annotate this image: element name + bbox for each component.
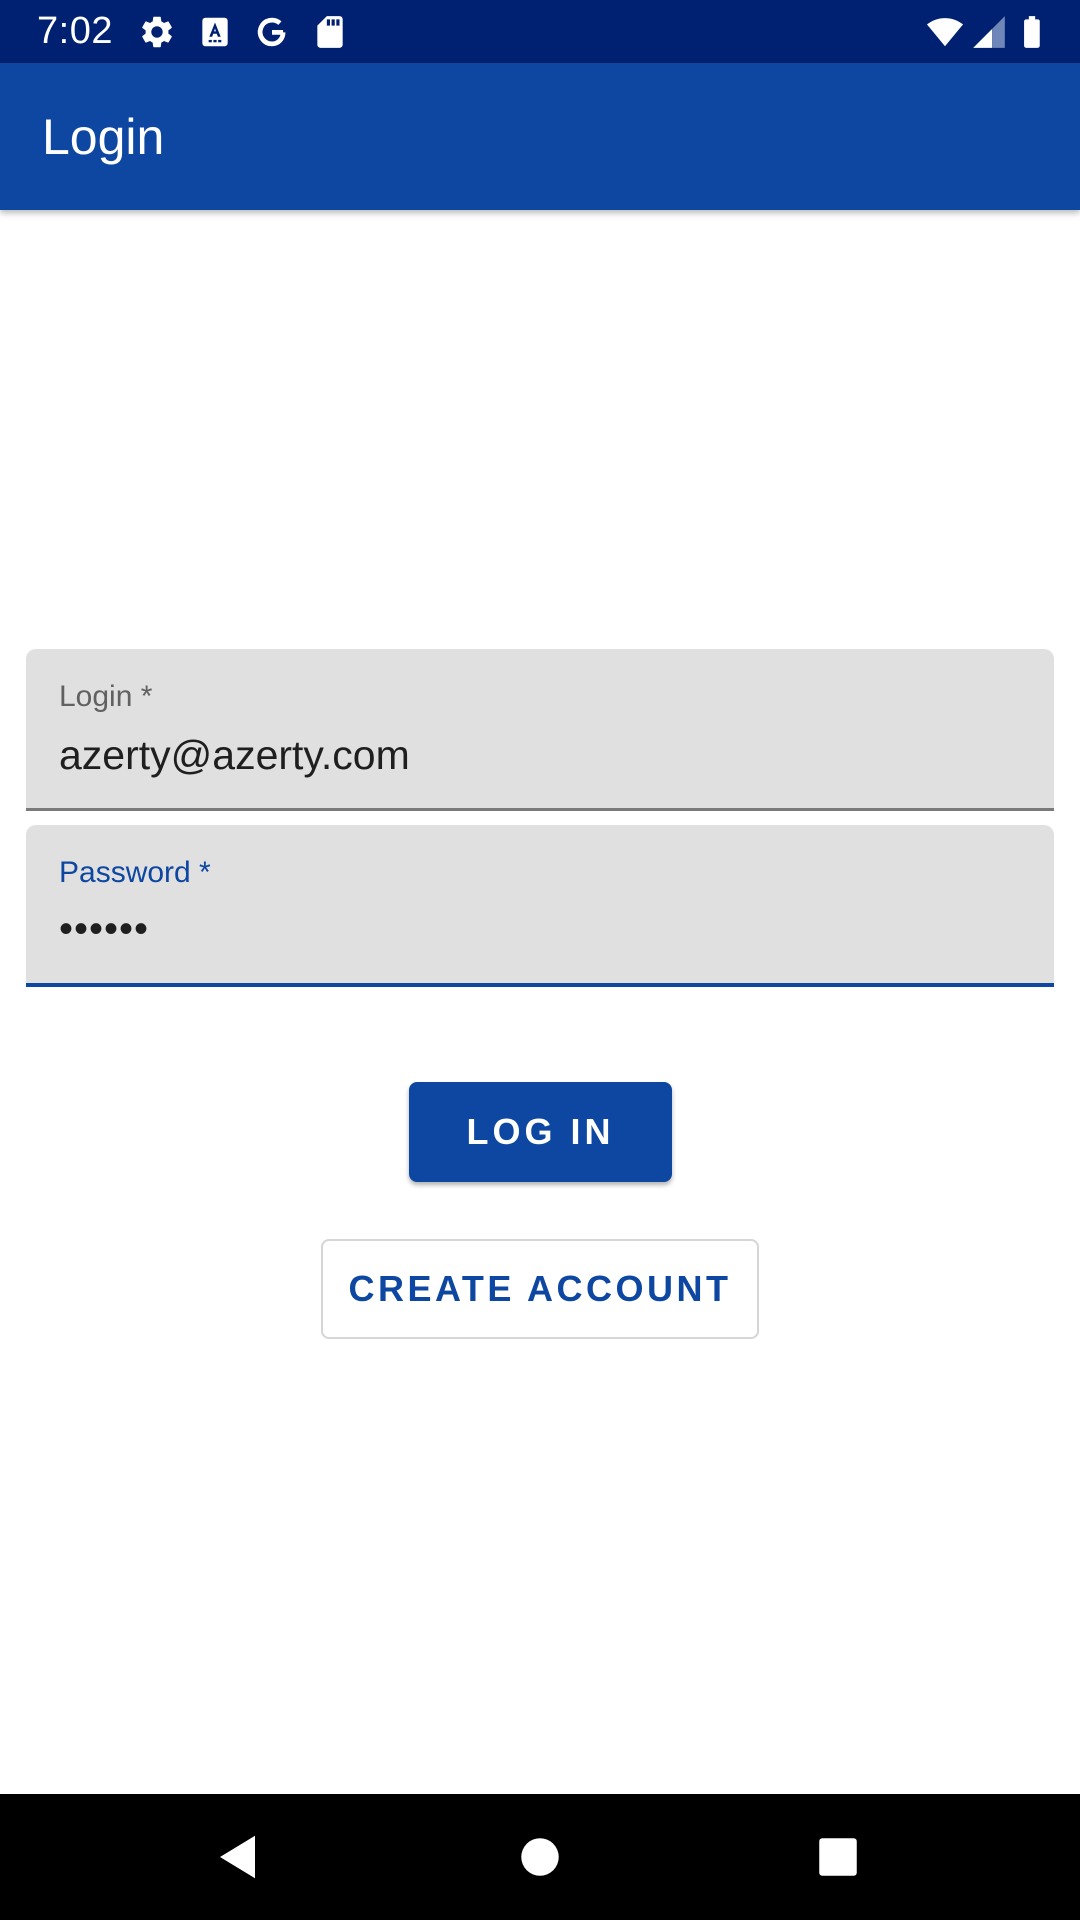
recents-icon[interactable] (808, 1827, 868, 1887)
login-field-label: Login * (59, 680, 153, 713)
status-time: 7:02 (37, 10, 113, 52)
log-in-button[interactable]: LOG IN (409, 1082, 672, 1182)
login-input[interactable]: azerty@azerty.com (59, 731, 410, 779)
signal-icon (968, 13, 1010, 51)
password-field-label: Password * (59, 856, 211, 889)
status-bar: 7:02 (0, 0, 1080, 63)
google-g-icon (252, 13, 292, 51)
home-icon[interactable] (510, 1827, 570, 1887)
app-bar: Login (0, 63, 1080, 210)
login-field[interactable]: Login * azerty@azerty.com (26, 649, 1054, 811)
back-icon[interactable] (210, 1827, 270, 1887)
create-account-button[interactable]: CREATE ACCOUNT (321, 1239, 759, 1339)
password-input[interactable]: •••••• (59, 905, 149, 953)
wifi-icon (922, 13, 968, 51)
text-a-icon (195, 13, 235, 51)
sd-card-icon (310, 13, 350, 51)
page-title: Login (42, 109, 165, 165)
password-field[interactable]: Password * •••••• (26, 825, 1054, 987)
navigation-bar (0, 1794, 1080, 1920)
gear-icon (137, 13, 177, 51)
battery-icon (1012, 13, 1052, 51)
